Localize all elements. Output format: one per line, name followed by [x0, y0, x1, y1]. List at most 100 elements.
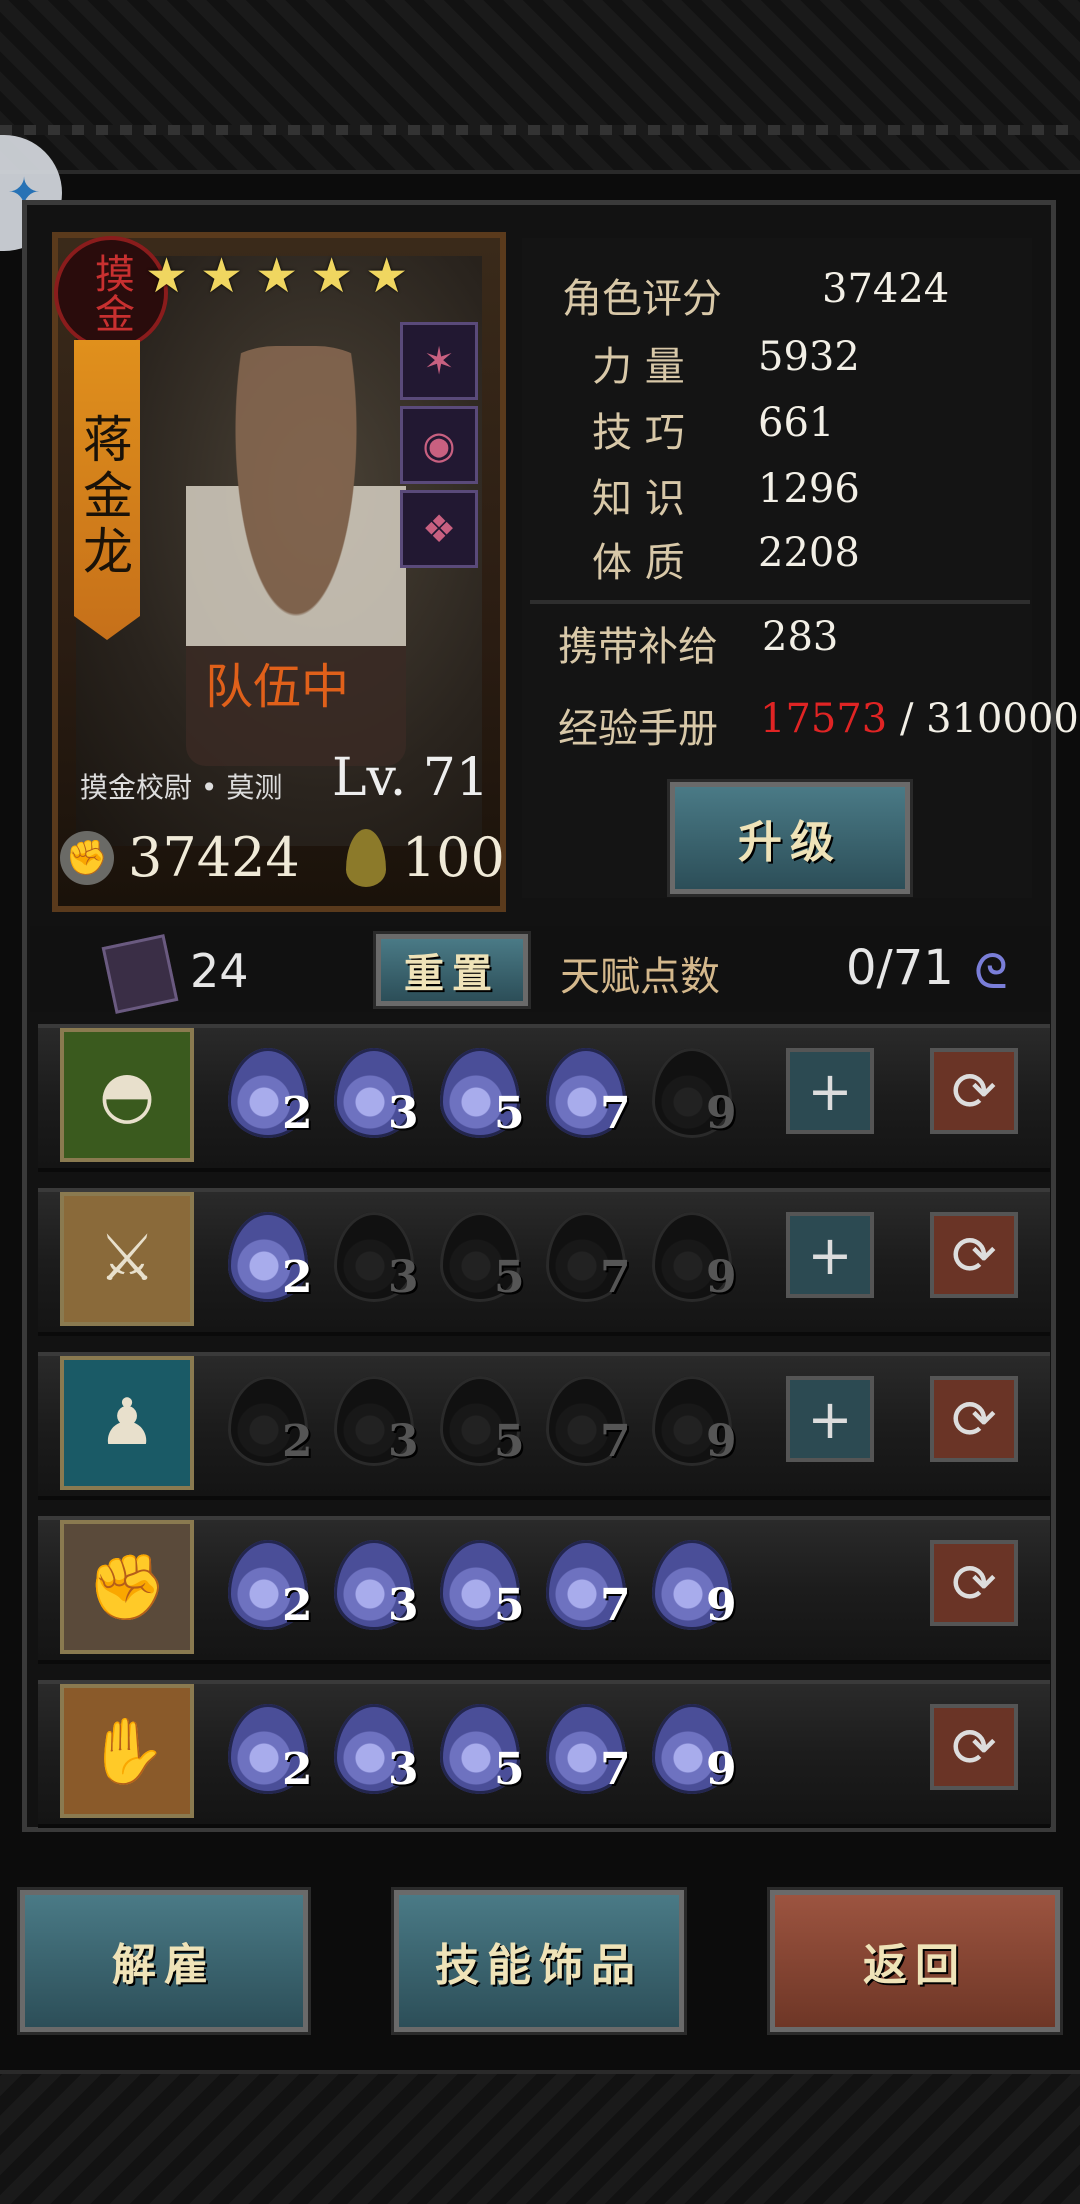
rating-value: 37424	[822, 266, 950, 312]
talent-node[interactable]: 2	[228, 1376, 318, 1476]
stamina-value: 100	[401, 826, 505, 889]
talent-node-number: 7	[600, 1088, 631, 1139]
skill-label: 技 巧	[592, 410, 685, 456]
power-value: 37424	[128, 826, 300, 889]
upgrade-button[interactable]: 升级	[667, 779, 913, 897]
talent-node[interactable]: 7	[546, 1212, 636, 1312]
refresh-skill-button[interactable]: ⟳	[930, 1540, 1018, 1626]
star-icon: ★	[365, 248, 409, 304]
team-status-label: 队伍中	[205, 659, 350, 715]
talent-node[interactable]: 3	[334, 1704, 424, 1804]
talent-node[interactable]: 7	[546, 1540, 636, 1640]
hero-level: Lv. 71	[332, 748, 489, 808]
hero-star-rating: ★ ★ ★ ★ ★	[145, 248, 408, 304]
talent-node-number: 7	[600, 1744, 631, 1795]
rating-label: 角色评分	[562, 276, 722, 322]
star-icon: ★	[200, 248, 244, 304]
top-decoration	[0, 0, 1080, 174]
skill-row: ✊ 2 3 5 7 9 ⟳	[38, 1516, 1050, 1664]
add-talent-button[interactable]: +	[786, 1212, 874, 1298]
talent-flame-icon: ᘓ	[974, 944, 1008, 1000]
talent-node[interactable]: 5	[440, 1212, 530, 1312]
talent-node-number: 9	[706, 1252, 737, 1303]
talent-node[interactable]: 5	[440, 1704, 530, 1804]
add-talent-button[interactable]: +	[786, 1376, 874, 1462]
exp-value: 17573 / 310000	[760, 696, 1079, 742]
talent-node-number: 3	[388, 1416, 419, 1467]
talent-node-number: 5	[494, 1252, 525, 1303]
talent-node-number: 5	[494, 1744, 525, 1795]
knowledge-label: 知 识	[592, 476, 685, 522]
equipment-slot-ring-icon[interactable]: ◉	[400, 406, 478, 484]
stamina-drop-icon	[345, 828, 386, 887]
talent-node[interactable]: 9	[652, 1540, 742, 1640]
constitution-value: 2208	[758, 530, 860, 576]
talent-node[interactable]: 5	[440, 1048, 530, 1148]
talent-node-number: 5	[494, 1416, 525, 1467]
star-icon: ★	[310, 248, 354, 304]
add-talent-button[interactable]: +	[786, 1048, 874, 1134]
blade-slash-icon[interactable]: ⚔	[60, 1192, 194, 1326]
talent-node[interactable]: 7	[546, 1048, 636, 1148]
talent-node-number: 9	[706, 1580, 737, 1631]
stats-divider	[530, 600, 1030, 604]
skill-row: ✋ 2 3 5 7 9 ⟳	[38, 1680, 1050, 1828]
talent-node[interactable]: 2	[228, 1048, 318, 1148]
skill-value: 661	[758, 400, 835, 446]
bottom-decoration	[0, 2070, 1080, 2204]
talent-node-number: 7	[600, 1252, 631, 1303]
strength-label: 力 量	[592, 344, 685, 390]
talent-node-number: 2	[282, 1744, 313, 1795]
talent-node-number: 3	[388, 1580, 419, 1631]
cat-eyes-icon[interactable]: ◓	[60, 1028, 194, 1162]
reset-talent-button[interactable]: 重置	[373, 931, 531, 1009]
talent-node-number: 3	[388, 1088, 419, 1139]
talent-node[interactable]: 9	[652, 1212, 742, 1312]
knowledge-value: 1296	[758, 466, 860, 512]
exp-label: 经验手册	[558, 706, 718, 752]
talent-node-number: 2	[282, 1416, 313, 1467]
talent-node-number: 2	[282, 1580, 313, 1631]
constitution-label: 体 质	[592, 540, 685, 586]
star-icon: ★	[145, 248, 189, 304]
talent-node-number: 2	[282, 1252, 313, 1303]
talent-node[interactable]: 2	[228, 1704, 318, 1804]
scroll-hand-icon[interactable]: ✋	[60, 1684, 194, 1818]
talent-node[interactable]: 7	[546, 1376, 636, 1476]
refresh-skill-button[interactable]: ⟳	[930, 1376, 1018, 1462]
talent-node[interactable]: 7	[546, 1704, 636, 1804]
talent-node[interactable]: 3	[334, 1540, 424, 1640]
dismiss-button[interactable]: 解雇	[17, 1887, 311, 2035]
book-count: 24	[190, 944, 249, 998]
talent-node-number: 9	[706, 1744, 737, 1795]
talent-node-number: 9	[706, 1416, 737, 1467]
talent-node[interactable]: 9	[652, 1048, 742, 1148]
talent-node[interactable]: 5	[440, 1376, 530, 1476]
skill-accessory-button[interactable]: 技能饰品	[391, 1887, 687, 2035]
fist-icon: ✊	[60, 830, 114, 885]
talent-node[interactable]: 9	[652, 1704, 742, 1804]
back-button[interactable]: 返回	[767, 1887, 1063, 2035]
talent-node[interactable]: 3	[334, 1048, 424, 1148]
equipment-slot-amulet-icon[interactable]: ❖	[400, 490, 478, 568]
exp-total: 310000	[926, 696, 1079, 742]
skill-row: ⚔ 2 3 5 7 9 + ⟳	[38, 1188, 1050, 1336]
refresh-skill-button[interactable]: ⟳	[930, 1704, 1018, 1790]
exp-separator: /	[887, 696, 927, 742]
talent-node-number: 5	[494, 1580, 525, 1631]
shadow-figure-icon[interactable]: ♟	[60, 1356, 194, 1490]
talent-node[interactable]: 2	[228, 1212, 318, 1312]
talent-node-number: 7	[600, 1580, 631, 1631]
supply-value: 283	[762, 614, 839, 660]
talent-node[interactable]: 3	[334, 1212, 424, 1312]
talent-node[interactable]: 9	[652, 1376, 742, 1476]
muscle-icon[interactable]: ✊	[60, 1520, 194, 1654]
talent-node[interactable]: 2	[228, 1540, 318, 1640]
refresh-skill-button[interactable]: ⟳	[930, 1212, 1018, 1298]
equipment-slot-scorpion-icon[interactable]: ✶	[400, 322, 478, 400]
supply-label: 携带补给	[558, 624, 718, 670]
talent-node[interactable]: 5	[440, 1540, 530, 1640]
refresh-skill-button[interactable]: ⟳	[930, 1048, 1018, 1134]
book-icon	[101, 934, 179, 1014]
talent-node[interactable]: 3	[334, 1376, 424, 1476]
